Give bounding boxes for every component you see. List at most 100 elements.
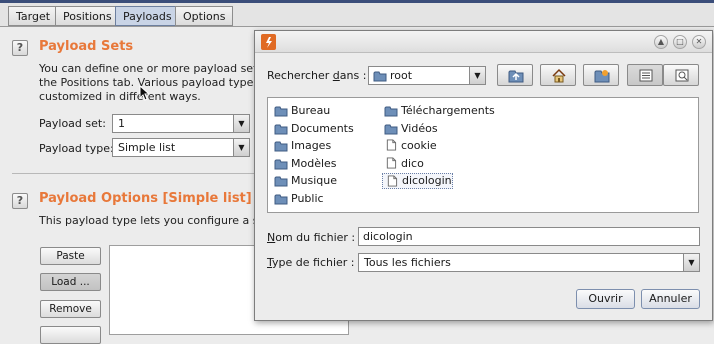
file-icon [386, 157, 397, 169]
tab-label: Payloads [123, 10, 172, 23]
label-mnemonic: d [332, 69, 340, 82]
folder-item[interactable]: Musique [272, 173, 337, 189]
folder-item[interactable]: Public [272, 191, 324, 207]
home-button[interactable] [540, 64, 576, 86]
file-chooser-dialog: ▲ □ ✕ Rechercher dans : root ▼ Bureau Do… [254, 30, 713, 321]
folder-item[interactable]: Téléchargements [382, 103, 495, 119]
remove-button[interactable]: Remove [40, 300, 101, 318]
look-in-select[interactable]: root ▼ [368, 66, 486, 85]
help-icon[interactable]: ? [12, 40, 28, 56]
item-label: Musique [291, 174, 337, 188]
item-label: Public [291, 192, 324, 205]
label-part: ans : [339, 69, 367, 82]
folder-item[interactable]: Modèles [272, 156, 337, 172]
folder-item[interactable]: Bureau [272, 103, 330, 119]
folder-up-icon [508, 70, 524, 83]
label-part: ype de fichier : [272, 256, 355, 269]
item-label: Téléchargements [401, 104, 495, 117]
folder-icon [274, 176, 288, 187]
folder-icon [274, 159, 288, 170]
tab-target[interactable]: Target [8, 6, 59, 26]
burp-logo-icon [261, 34, 276, 50]
item-label: Images [291, 139, 332, 153]
home-icon [552, 68, 566, 83]
label-part: Rechercher [267, 69, 333, 82]
restore-window-icon[interactable]: □ [673, 35, 687, 49]
payload-type-value: Simple list [118, 141, 176, 154]
tab-payloads[interactable]: Payloads [115, 6, 180, 26]
tab-bar-accent [0, 0, 714, 3]
folder-icon [274, 141, 288, 152]
paste-button[interactable]: Paste [40, 247, 101, 265]
look-in-value: root [390, 69, 413, 82]
tab-options[interactable]: Options [175, 6, 234, 26]
chevron-down-icon: ▼ [683, 254, 699, 271]
label-part: om du fichier : [275, 231, 356, 244]
file-list[interactable]: Bureau Documents Images Modèles Musique Publi… [267, 97, 699, 213]
clear-button[interactable] [40, 326, 101, 344]
help-glyph: ? [16, 41, 24, 54]
tab-label: Positions [63, 10, 112, 23]
cancel-button[interactable]: Annuler [641, 289, 700, 309]
dialog-titlebar: ▲ □ ✕ [255, 31, 712, 53]
new-folder-button[interactable] [583, 64, 619, 86]
file-icon [386, 139, 397, 151]
tab-bar: Target Positions Payloads Options [0, 0, 714, 27]
details-view-icon [675, 69, 689, 82]
open-button[interactable]: Ouvrir [576, 289, 635, 309]
chevron-down-icon: ▼ [469, 67, 485, 84]
folder-icon [274, 194, 288, 205]
help-glyph: ? [16, 194, 24, 207]
payload-type-select[interactable]: Simple list ▼ [112, 138, 250, 157]
file-item[interactable]: cookie [382, 138, 437, 154]
payload-sets-title: Payload Sets [39, 39, 134, 54]
item-label: Vidéos [401, 121, 438, 135]
payload-set-select[interactable]: 1 ▼ [112, 114, 250, 133]
help-icon[interactable]: ? [12, 193, 28, 209]
folder-icon [384, 124, 398, 135]
folder-icon [274, 106, 288, 117]
chevron-down-icon: ▼ [233, 139, 249, 156]
item-label: cookie [401, 139, 437, 153]
payload-options-description: This payload type lets you configure a s… [39, 214, 254, 227]
file-type-value: Tous les fichiers [364, 256, 451, 269]
load-button[interactable]: Load ... [40, 273, 101, 291]
file-type-label: Type de fichier : [267, 256, 355, 269]
mouse-cursor-icon [139, 85, 150, 101]
file-item[interactable]: dico [382, 156, 424, 172]
label-mnemonic: N [267, 231, 276, 244]
payload-set-label: Payload set: [39, 117, 106, 130]
file-name-label: Nom du fichier : [267, 231, 355, 244]
description-line: You can define one or more payload sets.… [39, 62, 254, 75]
file-name-input[interactable]: dicologin [358, 227, 700, 246]
file-item[interactable]: dicologin [382, 173, 453, 190]
list-view-button[interactable] [627, 64, 663, 86]
folder-item[interactable]: Images [272, 138, 331, 154]
details-view-button[interactable] [663, 64, 699, 86]
item-label: Documents [291, 121, 354, 135]
folder-icon [384, 106, 398, 117]
folder-item[interactable]: Vidéos [382, 121, 438, 137]
up-one-level-button[interactable] [497, 64, 533, 86]
file-type-select[interactable]: Tous les fichiers ▼ [358, 253, 700, 272]
item-label: dico [401, 156, 424, 170]
payload-options-title: Payload Options [Simple list] [39, 191, 252, 206]
item-label: Modèles [291, 156, 337, 170]
maximize-window-icon[interactable]: ▲ [654, 35, 668, 49]
list-view-icon [639, 69, 653, 82]
close-window-icon[interactable]: ✕ [692, 35, 706, 49]
chevron-down-icon: ▼ [233, 115, 249, 132]
file-icon [387, 175, 398, 187]
new-folder-icon [594, 70, 610, 83]
tab-positions[interactable]: Positions [55, 6, 120, 26]
item-label: dicologin [402, 174, 452, 188]
item-label: Bureau [291, 104, 331, 117]
tab-label: Options [183, 10, 226, 23]
payload-set-value: 1 [118, 117, 125, 130]
section-divider [12, 173, 254, 174]
payload-type-label: Payload type: [39, 142, 114, 155]
look-in-label: Rechercher dans : [267, 69, 366, 82]
folder-item[interactable]: Documents [272, 121, 354, 137]
file-name-value: dicologin [363, 230, 413, 243]
folder-icon [274, 124, 288, 135]
